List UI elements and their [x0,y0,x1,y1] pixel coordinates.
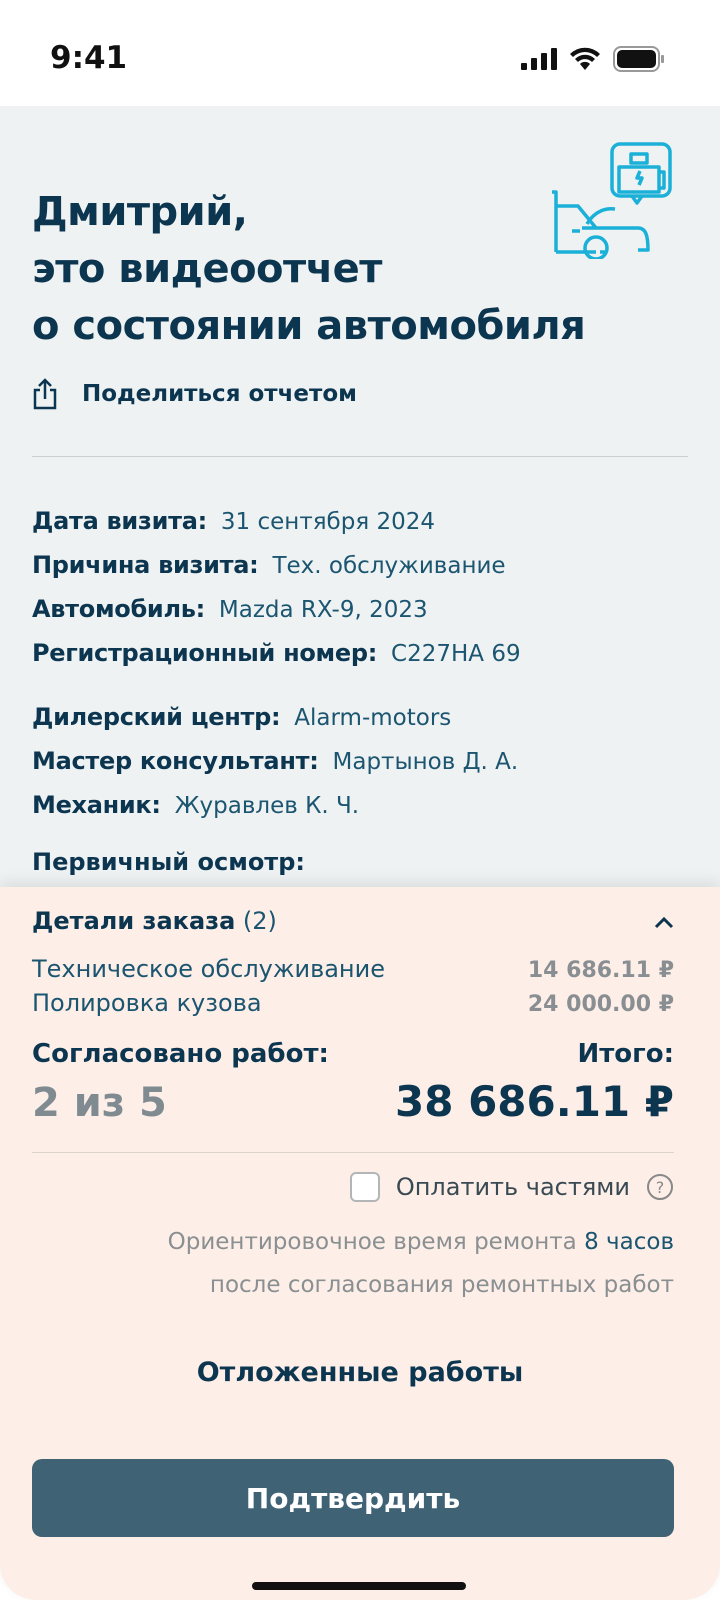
item-price: 14 686.11 ₽ [527,958,674,983]
info-value: Mazda RX-9, 2023 [218,597,428,623]
page-title: Дмитрий, это видеоотчет о состоянии авто… [32,184,586,355]
info-label: Автомобиль: [32,595,205,623]
status-bar: 9:41 [0,0,720,106]
order-details-toggle[interactable]: Детали заказа (2) [32,907,674,935]
initial-inspection-heading: Первичный осмотр: [32,848,305,876]
info-label: Дилерский центр: [32,703,281,731]
info-row: Дата визита: 31 сентября 2024 [32,500,521,544]
order-title: Детали заказа [32,907,236,935]
car-engine-check-icon [552,142,672,259]
info-value: Журавлев К. Ч. [174,793,360,819]
info-row: Дилерский центр: Alarm-motors [32,696,518,740]
confirm-button[interactable]: Подтвердить [32,1459,674,1537]
info-row: Мастер консультант: Мартынов Д. А. [32,740,518,784]
info-label: Механик: [32,791,161,819]
share-icon [33,378,57,410]
info-value: Alarm-motors [294,705,452,731]
order-item: Техническое обслуживание 14 686.11 ₽ [32,955,674,983]
order-count: (2) [242,907,277,935]
divider [32,1152,674,1153]
dealer-info: Дилерский центр: Alarm-motors Мастер конс… [32,696,518,828]
item-price: 24 000.00 ₽ [527,992,674,1017]
svg-text:?: ? [656,1178,665,1197]
info-label: Причина визита: [32,551,259,579]
info-value: 31 сентября 2024 [220,509,436,535]
deferred-works-button[interactable]: Отложенные работы [0,1357,720,1388]
title-line: это видеоотчет [32,246,383,292]
info-row: Автомобиль: Mazda RX-9, 2023 [32,588,521,632]
installments-row: Оплатить частями ? [349,1172,674,1202]
share-label: Поделиться отчетом [82,381,357,407]
summary-values: 2 из 5 38 686.11 ₽ [32,1077,674,1126]
agreed-label: Согласовано работ: [32,1039,329,1069]
report-content[interactable]: Дмитрий, это видеоотчет о состоянии авто… [0,106,720,906]
chevron-up-icon[interactable] [654,915,674,929]
repair-time-prefix: Ориентировочное время ремонта [167,1229,577,1255]
order-details-sheet: Детали заказа (2) Техническое обслуживан… [0,887,720,1600]
battery-icon [613,46,664,72]
info-value: Мартынов Д. А. [332,749,519,775]
share-report-button[interactable]: Поделиться отчетом [32,378,357,410]
agreed-value: 2 из 5 [32,1080,167,1126]
repair-time-note: Ориентировочное время ремонта 8 часов по… [168,1221,674,1307]
installments-label[interactable]: Оплатить частями [396,1173,630,1201]
help-icon[interactable]: ? [646,1173,674,1201]
total-label: Итого: [577,1039,674,1069]
summary-labels: Согласовано работ: Итого: [32,1039,674,1069]
total-value: 38 686.11 ₽ [395,1077,674,1126]
item-name: Техническое обслуживание [32,955,385,983]
info-value: Тех. обслуживание [272,553,506,579]
title-line: Дмитрий, [32,189,248,235]
order-title-wrap: Детали заказа (2) [32,907,277,935]
visit-info: Дата визита: 31 сентября 2024 Причина виз… [32,500,521,676]
installments-checkbox[interactable] [349,1172,380,1202]
status-time: 9:41 [50,40,128,76]
title-line: о состоянии автомобиля [32,303,586,349]
info-value: С227НА 69 [391,641,521,667]
divider [32,456,688,457]
order-item: Полировка кузова 24 000.00 ₽ [32,989,674,1017]
repair-time-suffix: после согласования ремонтных работ [209,1272,674,1298]
signal-icon [521,48,557,70]
item-name: Полировка кузова [32,989,262,1017]
info-label: Регистрационный номер: [32,639,378,667]
info-label: Дата визита: [32,507,207,535]
wifi-icon [570,47,600,70]
info-row: Регистрационный номер: С227НА 69 [32,632,521,676]
info-row: Механик: Журавлев К. Ч. [32,784,518,828]
info-label: Мастер консультант: [32,747,319,775]
repair-time-value: 8 часов [584,1229,674,1255]
info-row: Причина визита: Тех. обслуживание [32,544,521,588]
home-indicator[interactable] [252,1582,466,1590]
